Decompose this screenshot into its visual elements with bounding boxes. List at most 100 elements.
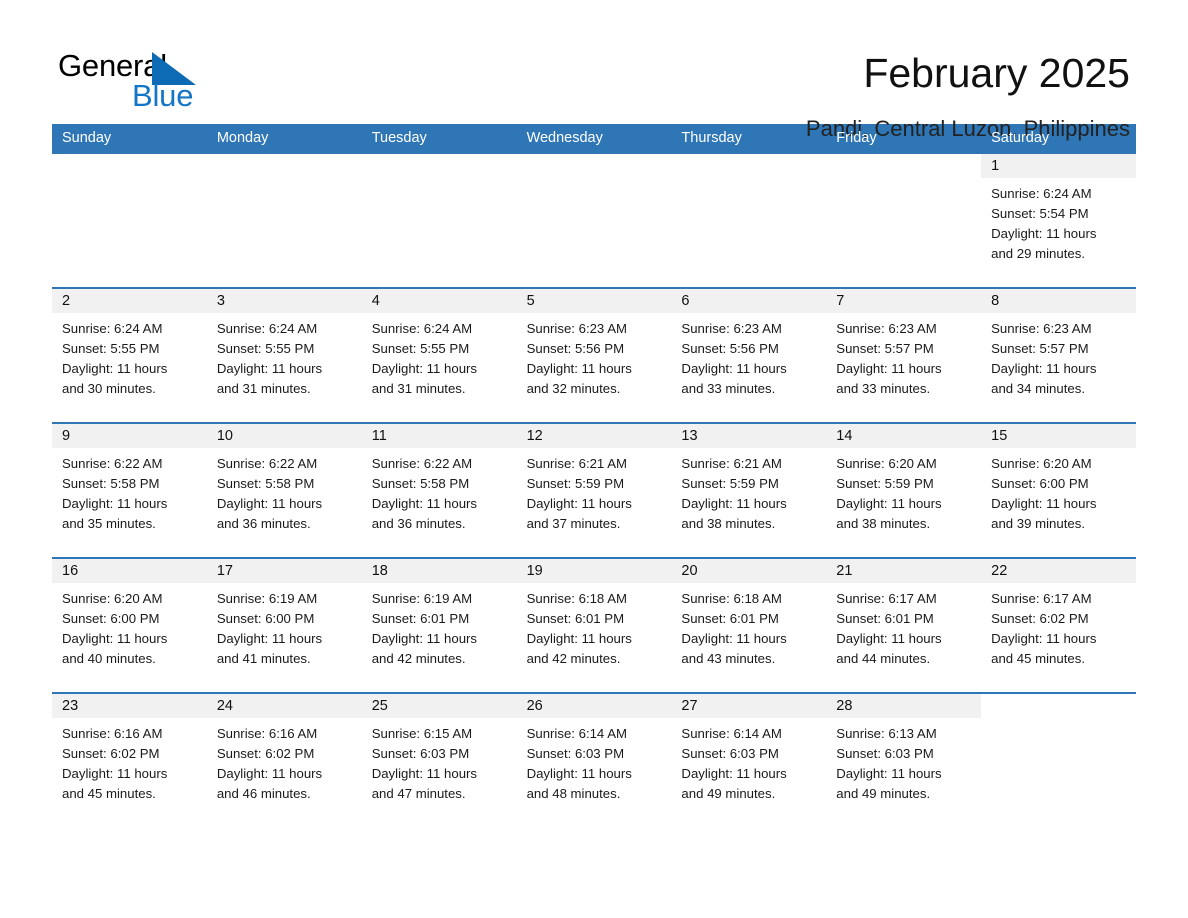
calendar-day-cell-empty	[52, 154, 207, 287]
day-number: 14	[836, 428, 853, 444]
generalblue-logo[interactable]: General Blue	[58, 48, 248, 118]
calendar-day-cell[interactable]: 7 Sunrise: 6:23 AM Sunset: 5:57 PM Daylight…	[826, 289, 982, 422]
daylight-duration-line1: Daylight: 11 hours	[681, 361, 787, 376]
day-sun-info: Sunrise: 6:24 AM Sunset: 5:55 PM Daylight:…	[362, 313, 517, 399]
calendar-day-cell[interactable]: 12 Sunrise: 6:21 AM Sunset: 5:59 PM Dayligh…	[516, 424, 672, 557]
day-number-band	[826, 154, 981, 178]
calendar-day-cell[interactable]: 3 Sunrise: 6:24 AM Sunset: 5:55 PM Daylight…	[206, 289, 362, 422]
sunset-time: Sunset: 6:03 PM	[681, 746, 779, 761]
calendar-day-cell[interactable]: 13 Sunrise: 6:21 AM Sunset: 5:59 PM Dayligh…	[671, 424, 827, 557]
calendar-day-cell[interactable]: 28 Sunrise: 6:13 AM Sunset: 6:03 PM Dayligh…	[826, 694, 982, 827]
calendar-day-cell[interactable]: 5 Sunrise: 6:23 AM Sunset: 5:56 PM Daylight…	[516, 289, 672, 422]
sunrise-time: Sunrise: 6:14 AM	[681, 726, 782, 741]
calendar-day-cell[interactable]: 27 Sunrise: 6:14 AM Sunset: 6:03 PM Dayligh…	[671, 694, 827, 827]
calendar-day-cell[interactable]: 21 Sunrise: 6:17 AM Sunset: 6:01 PM Dayligh…	[826, 559, 982, 692]
sunrise-time: Sunrise: 6:23 AM	[836, 321, 937, 336]
sunrise-time: Sunrise: 6:19 AM	[371, 591, 473, 606]
sunset-time: Sunset: 6:01 PM	[836, 611, 934, 626]
calendar-day-cell[interactable]: 4 Sunrise: 6:24 AM Sunset: 5:55 PM Daylight…	[361, 289, 517, 422]
calendar-day-cell[interactable]: 20 Sunrise: 6:18 AM Sunset: 6:01 PM Dayligh…	[671, 559, 827, 692]
daylight-duration-line2: and 32 minutes.	[526, 381, 621, 396]
calendar-day-cell[interactable]: 23 Sunrise: 6:16 AM Sunset: 6:02 PM Dayligh…	[52, 694, 207, 827]
weekday-wednesday: Wednesday	[526, 130, 603, 146]
sunset-time: Sunset: 5:57 PM	[991, 341, 1089, 356]
daylight-duration-line1: Daylight: 11 hours	[991, 496, 1097, 511]
sunrise-time: Sunrise: 6:24 AM	[371, 321, 473, 336]
calendar-day-cell-empty	[981, 694, 1136, 827]
sunrise-time: Sunrise: 6:15 AM	[371, 726, 473, 741]
day-number: 24	[216, 698, 233, 714]
day-number: 15	[991, 428, 1008, 444]
day-number: 11	[371, 428, 387, 444]
daylight-duration-line1: Daylight: 11 hours	[526, 766, 632, 781]
sunset-time: Sunset: 6:00 PM	[62, 611, 160, 626]
daylight-duration-line1: Daylight: 11 hours	[62, 361, 168, 376]
calendar-day-cell[interactable]: 22 Sunrise: 6:17 AM Sunset: 6:02 PM Dayligh…	[981, 559, 1136, 692]
daylight-duration-line1: Daylight: 11 hours	[836, 361, 942, 376]
calendar-day-cell[interactable]: 6 Sunrise: 6:23 AM Sunset: 5:56 PM Daylight…	[671, 289, 827, 422]
calendar-day-cell[interactable]: 1 Sunrise: 6:24 AM Sunset: 5:54 PM Daylight…	[981, 154, 1136, 287]
sunrise-time: Sunrise: 6:20 AM	[836, 456, 937, 471]
daylight-duration-line2: and 45 minutes.	[991, 651, 1085, 666]
sunset-time: Sunset: 6:03 PM	[371, 746, 470, 761]
sunset-time: Sunset: 5:54 PM	[991, 206, 1089, 221]
weekday-saturday: Saturday	[991, 130, 1050, 146]
day-number-band: 26	[516, 694, 672, 718]
calendar-day-cell[interactable]: 17 Sunrise: 6:19 AM Sunset: 6:00 PM Dayligh…	[206, 559, 362, 692]
calendar-day-cell[interactable]: 16 Sunrise: 6:20 AM Sunset: 6:00 PM Dayligh…	[52, 559, 207, 692]
day-sun-info: Sunrise: 6:24 AM Sunset: 5:54 PM Daylight:…	[981, 178, 1136, 264]
calendar-day-cell[interactable]: 2 Sunrise: 6:24 AM Sunset: 5:55 PM Daylight…	[52, 289, 207, 422]
day-number: 18	[371, 563, 388, 579]
day-sun-info: Sunrise: 6:22 AM Sunset: 5:58 PM Daylight:…	[362, 448, 517, 534]
daylight-duration-line1: Daylight: 11 hours	[836, 631, 942, 646]
calendar-day-cell[interactable]: 18 Sunrise: 6:19 AM Sunset: 6:01 PM Dayligh…	[361, 559, 517, 692]
calendar-day-cell[interactable]: 10 Sunrise: 6:22 AM Sunset: 5:58 PM Dayligh…	[206, 424, 362, 557]
sunrise-time: Sunrise: 6:22 AM	[216, 456, 318, 471]
daylight-duration-line1: Daylight: 11 hours	[216, 496, 323, 511]
day-sun-info: Sunrise: 6:16 AM Sunset: 6:02 PM Daylight:…	[52, 718, 207, 804]
daylight-duration-line1: Daylight: 11 hours	[62, 631, 168, 646]
daylight-duration-line2: and 36 minutes.	[371, 516, 466, 531]
day-number-band: 19	[516, 559, 672, 583]
day-number-band: 24	[206, 694, 362, 718]
day-sun-info: Sunrise: 6:24 AM Sunset: 5:55 PM Daylight:…	[207, 313, 362, 399]
sunrise-time: Sunrise: 6:22 AM	[62, 456, 163, 471]
day-sun-info: Sunrise: 6:23 AM Sunset: 5:57 PM Daylight:…	[826, 313, 981, 399]
calendar-day-cell-empty	[826, 154, 982, 287]
calendar-day-cell[interactable]: 26 Sunrise: 6:14 AM Sunset: 6:03 PM Dayligh…	[516, 694, 672, 827]
day-sun-info: Sunrise: 6:23 AM Sunset: 5:57 PM Daylight:…	[981, 313, 1136, 399]
day-sun-info: Sunrise: 6:20 AM Sunset: 5:59 PM Daylight:…	[826, 448, 981, 534]
calendar-day-cell[interactable]: 19 Sunrise: 6:18 AM Sunset: 6:01 PM Dayligh…	[516, 559, 672, 692]
sunrise-time: Sunrise: 6:23 AM	[526, 321, 627, 336]
calendar-day-cell[interactable]: 8 Sunrise: 6:23 AM Sunset: 5:57 PM Daylight…	[981, 289, 1136, 422]
calendar-day-cell[interactable]: 24 Sunrise: 6:16 AM Sunset: 6:02 PM Dayligh…	[206, 694, 362, 827]
calendar-day-cell[interactable]: 11 Sunrise: 6:22 AM Sunset: 5:58 PM Dayligh…	[361, 424, 517, 557]
daylight-duration-line2: and 33 minutes.	[681, 381, 776, 396]
day-number: 21	[836, 563, 853, 579]
page-title: February 2025	[863, 50, 1130, 96]
calendar-day-cell[interactable]: 9 Sunrise: 6:22 AM Sunset: 5:58 PM Daylight…	[52, 424, 207, 557]
day-sun-info: Sunrise: 6:21 AM Sunset: 5:59 PM Daylight:…	[671, 448, 826, 534]
sunset-time: Sunset: 5:58 PM	[62, 476, 160, 491]
sunset-time: Sunset: 5:56 PM	[681, 341, 779, 356]
weekday-thursday: Thursday	[681, 130, 742, 146]
day-number: 26	[526, 698, 543, 714]
calendar-day-cell[interactable]: 14 Sunrise: 6:20 AM Sunset: 5:59 PM Dayligh…	[826, 424, 982, 557]
daylight-duration-line2: and 30 minutes.	[62, 381, 156, 396]
day-number-band: 2	[52, 289, 207, 313]
sunset-time: Sunset: 5:55 PM	[371, 341, 470, 356]
day-number-band: 10	[206, 424, 362, 448]
calendar-day-cell[interactable]: 15 Sunrise: 6:20 AM Sunset: 6:00 PM Dayligh…	[981, 424, 1136, 557]
calendar-day-cell[interactable]: 25 Sunrise: 6:15 AM Sunset: 6:03 PM Dayligh…	[361, 694, 517, 827]
day-number-band: 1	[981, 154, 1136, 178]
daylight-duration-line2: and 48 minutes.	[526, 786, 621, 801]
sunrise-time: Sunrise: 6:21 AM	[526, 456, 627, 471]
day-sun-info: Sunrise: 6:21 AM Sunset: 5:59 PM Daylight:…	[517, 448, 672, 534]
day-sun-info: Sunrise: 6:16 AM Sunset: 6:02 PM Daylight:…	[207, 718, 362, 804]
daylight-duration-line1: Daylight: 11 hours	[836, 496, 942, 511]
sunrise-time: Sunrise: 6:23 AM	[991, 321, 1092, 336]
weekday-tuesday: Tuesday	[371, 130, 427, 146]
day-number: 13	[681, 428, 698, 444]
daylight-duration-line1: Daylight: 11 hours	[526, 631, 632, 646]
daylight-duration-line2: and 45 minutes.	[62, 786, 156, 801]
